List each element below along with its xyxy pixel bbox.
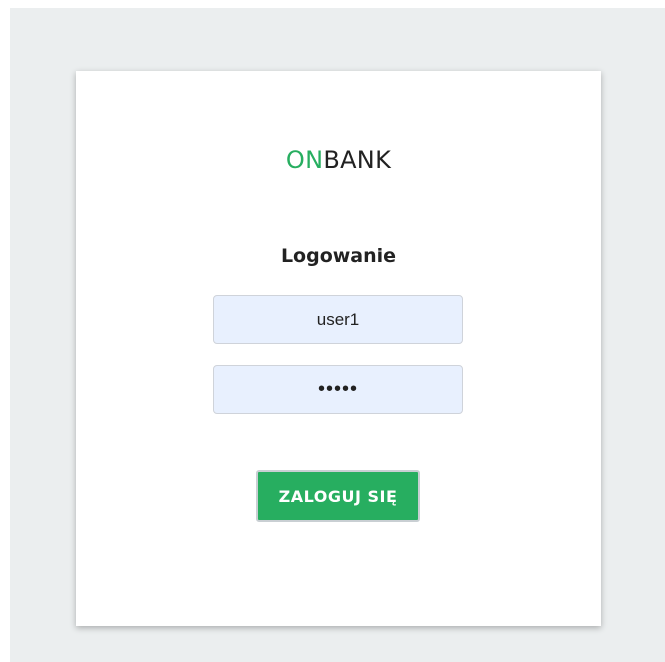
logo-text: BANK [323, 146, 392, 174]
page-title: Logowanie [280, 245, 397, 267]
password-input[interactable] [213, 365, 463, 414]
bank-logo: ONBANK [76, 145, 601, 175]
logo-accent-text: ON [285, 146, 324, 174]
username-input[interactable] [213, 295, 463, 344]
login-button[interactable]: ZALOGUJ SIĘ [256, 470, 420, 522]
page-background: ONBANK Logowanie ZALOGUJ SIĘ [10, 8, 665, 662]
login-card: ONBANK Logowanie ZALOGUJ SIĘ [76, 71, 601, 626]
